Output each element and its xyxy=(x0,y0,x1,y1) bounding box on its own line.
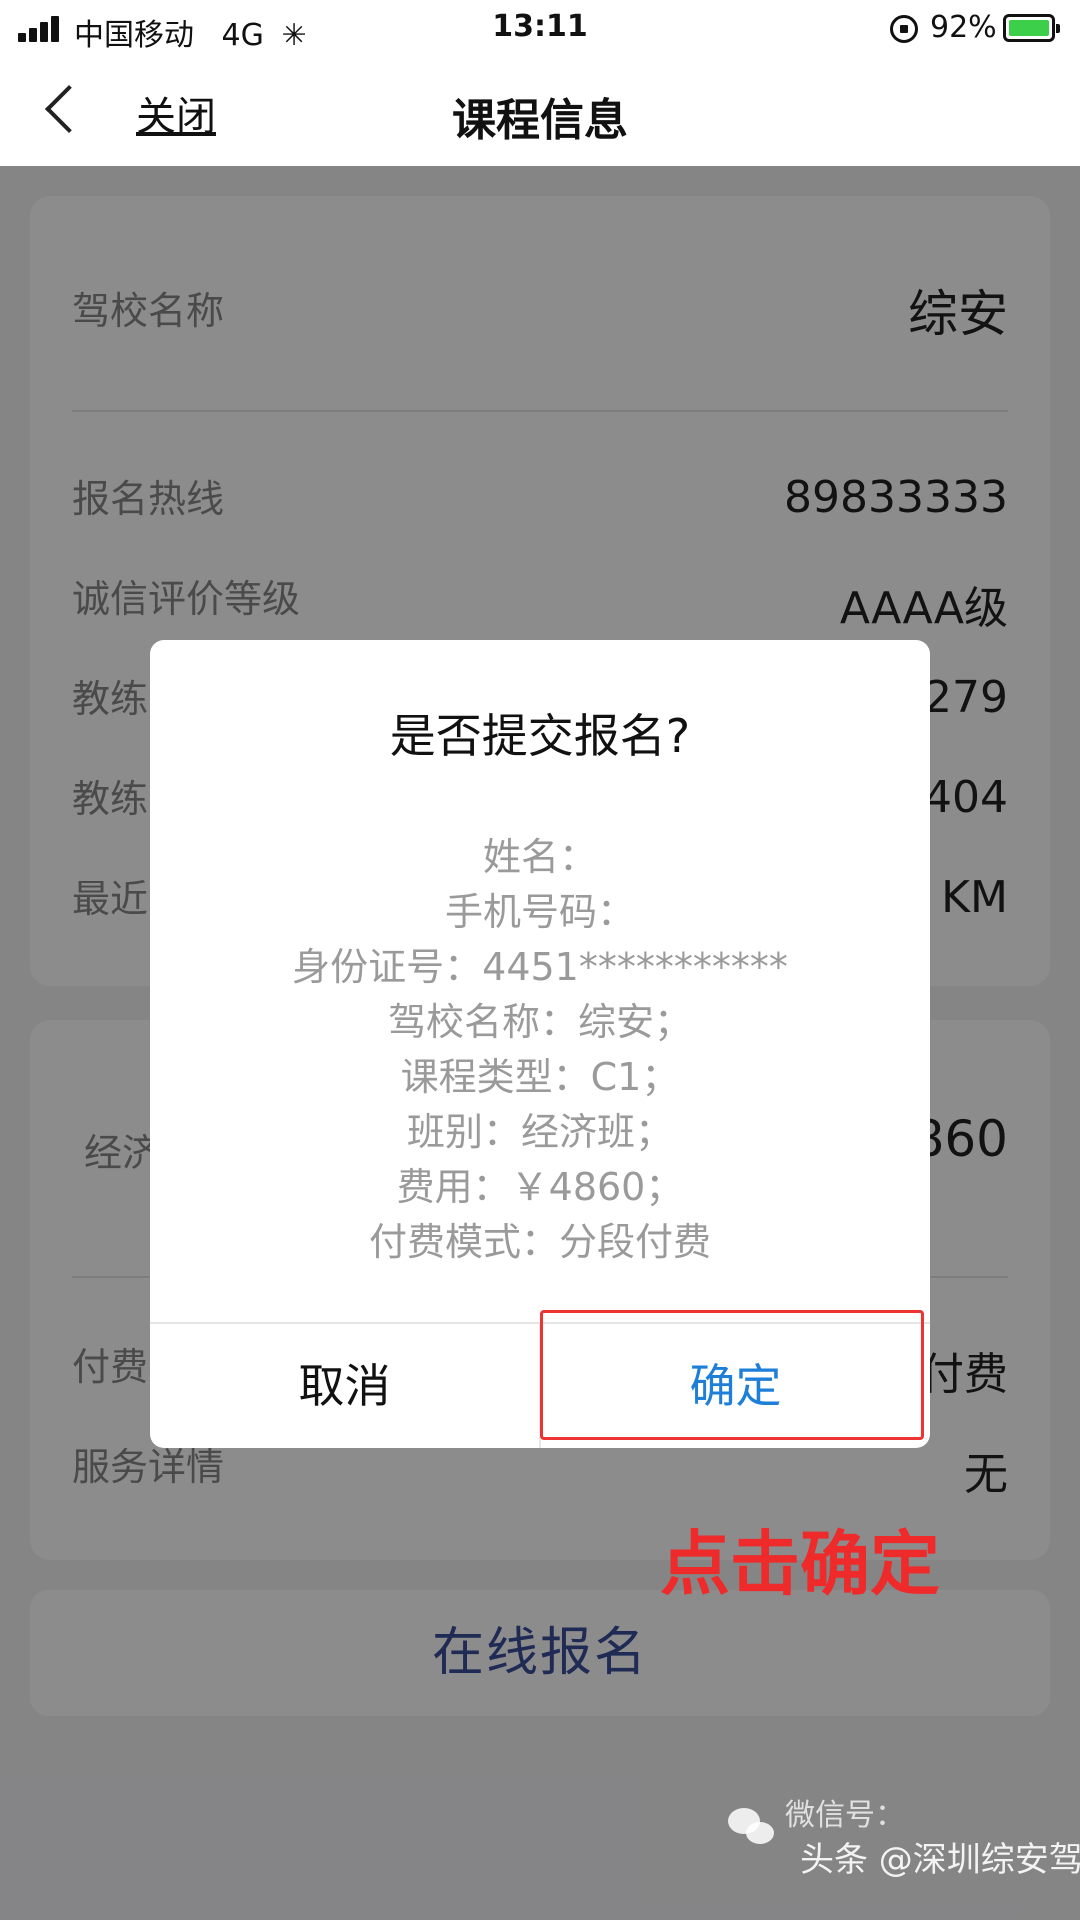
status-time: 13:11 xyxy=(492,9,588,44)
detail-line: 付费模式：分段付费 xyxy=(368,1220,711,1264)
cancel-button[interactable]: 取消 xyxy=(150,1324,539,1448)
detail-line: 费用：￥4860； xyxy=(396,1165,684,1209)
status-bar: 中国移动 4G ✳ 13:11 92% xyxy=(0,0,1080,58)
detail-line: 驾校名称：综安； xyxy=(387,1000,692,1044)
detail-line: 身份证号：4451*********** xyxy=(292,945,788,989)
detail-line: 课程类型：C1； xyxy=(400,1055,680,1099)
annotation-highlight-box xyxy=(540,1310,924,1440)
battery-icon xyxy=(1003,14,1060,42)
battery-percent: 92% xyxy=(930,10,997,45)
page-title: 课程信息 xyxy=(452,95,628,146)
watermark-account: 头条 @深圳综安驾校 xyxy=(800,1840,1080,1880)
dialog-title: 是否提交报名? xyxy=(389,709,691,763)
orientation-lock-icon xyxy=(890,15,918,43)
detail-line: 班别：经济班； xyxy=(406,1110,673,1154)
nav-bar: 关闭 课程信息 xyxy=(0,58,1080,166)
wechat-icon xyxy=(728,1808,776,1848)
screen: 中国移动 4G ✳ 13:11 92% 关闭 课程信息 驾校名称 综安 报名热线… xyxy=(0,0,1080,1920)
annotation-label: 点击确定 xyxy=(660,1523,940,1605)
detail-line: 手机号码： xyxy=(444,890,635,934)
detail-line: 姓名： xyxy=(482,835,597,879)
watermark-wechat-id: 微信号： xyxy=(785,1798,905,1833)
dialog-details: 姓名： 手机号码： 身份证号：4451*********** 驾校名称：综安； … xyxy=(150,830,930,1270)
